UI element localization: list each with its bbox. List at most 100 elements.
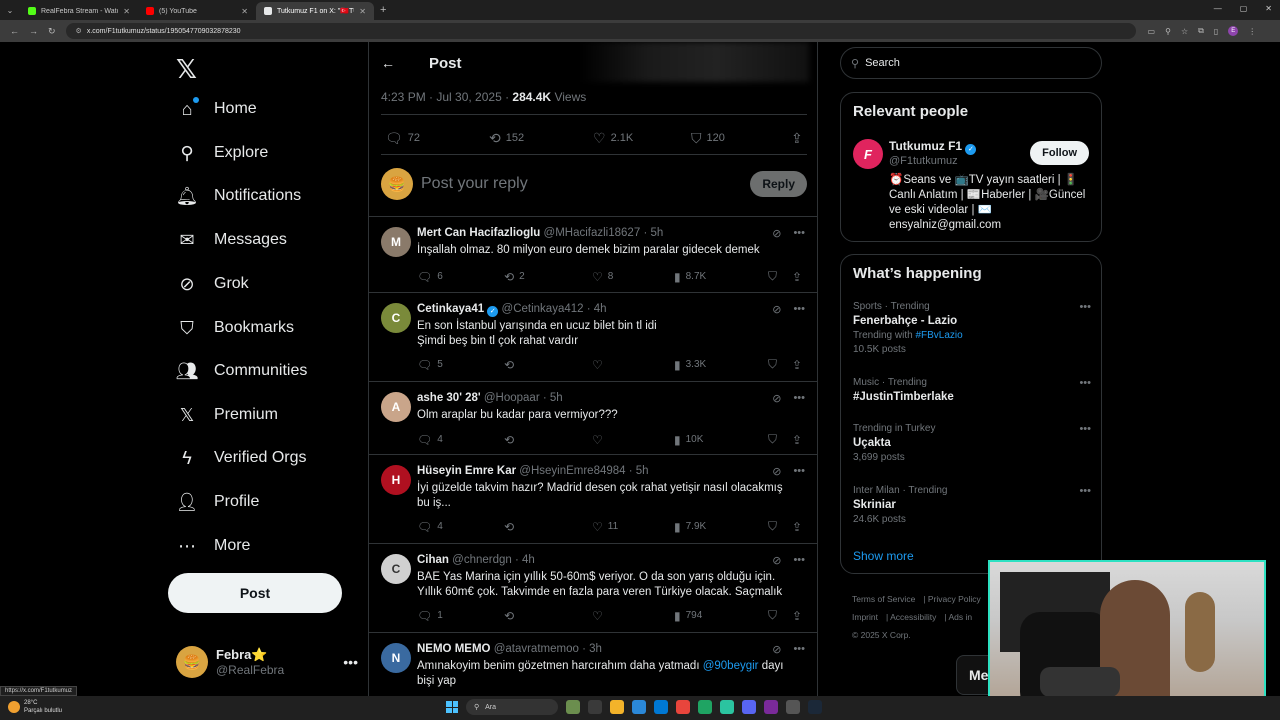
close-window-icon[interactable]: ✕ bbox=[1265, 4, 1272, 13]
reply-author-name[interactable]: ashe 30' 28' bbox=[417, 392, 481, 404]
app-icon[interactable] bbox=[764, 700, 778, 714]
url-field[interactable]: ⚙ x.com/F1tutkumuz/status/19505477090328… bbox=[65, 23, 1136, 39]
mention-link[interactable]: @90beygir bbox=[703, 660, 759, 672]
trend-item[interactable]: Trending in Turkey Uçakta 3,699 posts ••… bbox=[853, 423, 1091, 463]
show-more-link[interactable]: Show more bbox=[853, 549, 914, 563]
x-logo-icon[interactable]: 𝕏 bbox=[176, 54, 197, 85]
forward-icon[interactable]: → bbox=[29, 26, 38, 37]
weather-widget[interactable]: 28°C Parçalı bulutlu bbox=[8, 699, 62, 715]
avatar[interactable]: C bbox=[381, 303, 411, 333]
share-button[interactable]: ⇪ bbox=[791, 130, 803, 147]
reply-input[interactable]: Post your reply bbox=[421, 175, 528, 193]
imprint-link[interactable]: Imprint bbox=[852, 612, 878, 622]
store-icon[interactable] bbox=[632, 700, 646, 714]
more-dots-icon[interactable]: ••• bbox=[793, 554, 805, 567]
repost-button[interactable]: ⟲ bbox=[504, 358, 592, 372]
back-arrow-icon[interactable]: ← bbox=[381, 55, 395, 71]
widget-app-icon[interactable] bbox=[566, 700, 580, 714]
nav-more[interactable]: ⋯ More bbox=[176, 535, 250, 557]
nav-verified-orgs[interactable]: ϟ Verified Orgs bbox=[176, 447, 306, 469]
trend-item[interactable]: Inter Milan · Trending Skriniar 24.6K po… bbox=[853, 485, 1091, 525]
back-icon[interactable]: ← bbox=[10, 26, 19, 37]
cast-icon[interactable]: ▭ bbox=[1148, 27, 1156, 36]
sidepanel-icon[interactable]: ▯ bbox=[1214, 27, 1218, 36]
reply-author-name[interactable]: Cetinkaya41 bbox=[417, 303, 484, 315]
reply-author-name[interactable]: Mert Can Hacifazlioglu bbox=[417, 227, 540, 239]
reply-button[interactable]: 🗨︎ 1 bbox=[417, 609, 504, 623]
reply-button[interactable]: 🗨︎ 5 bbox=[417, 358, 504, 372]
task-view-icon[interactable] bbox=[588, 700, 602, 714]
repost-count-button[interactable]: ⟲ 152 bbox=[489, 130, 593, 147]
nav-profile[interactable]: 👤︎ Profile bbox=[176, 491, 260, 513]
close-tab-icon[interactable]: ✕ bbox=[359, 7, 366, 16]
reply-button[interactable]: Reply bbox=[750, 171, 807, 197]
taskbar-search[interactable]: ⚲ Ara bbox=[466, 699, 558, 715]
post-button[interactable]: Post bbox=[168, 573, 342, 613]
grok-icon[interactable]: ⊘ bbox=[772, 227, 781, 240]
share-button[interactable]: ⇪ bbox=[792, 433, 802, 447]
reply-author-name[interactable]: Cihan bbox=[417, 554, 449, 566]
like-button[interactable]: ♡ bbox=[592, 358, 674, 372]
repost-button[interactable]: ⟲ bbox=[504, 433, 592, 447]
start-icon[interactable] bbox=[446, 701, 458, 713]
avatar[interactable]: M bbox=[381, 227, 411, 257]
site-info-icon[interactable]: ⚙ bbox=[76, 27, 82, 35]
more-dots-icon[interactable]: ••• bbox=[793, 303, 805, 316]
steam-icon[interactable] bbox=[808, 700, 822, 714]
avatar[interactable]: F bbox=[853, 139, 883, 169]
avatar[interactable]: N bbox=[381, 643, 411, 673]
reply-count-button[interactable]: 🗨︎ 72 bbox=[385, 130, 489, 147]
browser-tab-0[interactable]: RealFebra Stream - Watch Live ✕ bbox=[20, 2, 138, 20]
account-switcher[interactable]: 🍔 Febra⭐ @RealFebra ••• bbox=[176, 644, 358, 680]
bookmark-button[interactable]: ⛉ bbox=[768, 357, 792, 372]
reply-button[interactable]: 🗨︎ 6 bbox=[417, 270, 504, 284]
reply-button[interactable]: 🗨︎ 4 bbox=[417, 520, 504, 534]
nav-communities[interactable]: 👥︎ Communities bbox=[176, 360, 308, 382]
reply-author-name[interactable]: Hüseyin Emre Kar bbox=[417, 465, 516, 477]
bookmark-count-button[interactable]: ⛉ 120 bbox=[691, 130, 791, 147]
more-dots-icon[interactable]: ••• bbox=[1079, 423, 1091, 435]
mail-icon[interactable] bbox=[654, 700, 668, 714]
grok-icon[interactable]: ⊘ bbox=[772, 303, 781, 316]
bookmark-button[interactable]: ⛉ bbox=[768, 269, 792, 284]
reply-item[interactable]: C Cetinkaya41 ✓ @Cetinkaya412 · 4h ⊘ ••• … bbox=[369, 292, 817, 381]
nav-bookmarks[interactable]: ⛉ Bookmarks bbox=[176, 317, 294, 339]
share-button[interactable]: ⇪ bbox=[792, 609, 802, 623]
like-button[interactable]: ♡ bbox=[592, 609, 674, 623]
bookmark-button[interactable]: ⛉ bbox=[768, 432, 792, 447]
extensions-icon[interactable]: ⧉ bbox=[1198, 26, 1204, 36]
close-tab-icon[interactable]: ✕ bbox=[241, 7, 248, 16]
more-dots-icon[interactable]: ••• bbox=[1079, 377, 1091, 389]
ads-link[interactable]: Ads in bbox=[949, 612, 973, 622]
discord-icon[interactable] bbox=[742, 700, 756, 714]
share-button[interactable]: ⇪ bbox=[792, 520, 802, 534]
reply-author-name[interactable]: NEMO MEMO bbox=[417, 643, 490, 655]
tab-search-icon[interactable]: ⌄ bbox=[0, 6, 20, 15]
file-explorer-icon[interactable] bbox=[610, 700, 624, 714]
browser-tab-1[interactable]: (5) YouTube ✕ bbox=[138, 2, 256, 20]
grok-icon[interactable]: ⊘ bbox=[772, 643, 781, 656]
new-tab-icon[interactable]: + bbox=[380, 4, 386, 16]
reply-button[interactable]: 🗨︎ 4 bbox=[417, 433, 504, 447]
bookmark-button[interactable]: ⛉ bbox=[768, 519, 792, 534]
avatar[interactable]: H bbox=[381, 465, 411, 495]
accessibility-link[interactable]: Accessibility bbox=[890, 612, 936, 622]
obs-icon[interactable] bbox=[786, 700, 800, 714]
repost-button[interactable]: ⟲ bbox=[504, 609, 592, 623]
views-button[interactable]: ▮ 3.3K bbox=[674, 358, 768, 372]
bookmark-button[interactable]: ⛉ bbox=[768, 608, 792, 623]
more-dots-icon[interactable]: ••• bbox=[793, 227, 805, 240]
more-dots-icon[interactable]: ••• bbox=[793, 643, 805, 656]
trend-item[interactable]: Sports · Trending Fenerbahçe - Lazio Tre… bbox=[853, 301, 1091, 355]
minimize-icon[interactable]: — bbox=[1214, 4, 1222, 13]
views-button[interactable]: ▮ 794 bbox=[674, 609, 768, 623]
close-tab-icon[interactable]: ✕ bbox=[123, 7, 130, 16]
star-icon[interactable]: ☆ bbox=[1181, 27, 1188, 36]
privacy-link[interactable]: Privacy Policy bbox=[928, 594, 981, 604]
more-dots-icon[interactable]: ••• bbox=[1079, 301, 1091, 313]
search-input[interactable]: ⚲ Search bbox=[840, 47, 1102, 79]
like-button[interactable]: ♡ bbox=[592, 433, 674, 447]
reply-item[interactable]: M Mert Can Hacifazlioglu @MHacifazli1862… bbox=[369, 216, 817, 292]
more-dots-icon[interactable]: ••• bbox=[793, 465, 805, 478]
like-button[interactable]: ♡ 11 bbox=[592, 520, 674, 534]
